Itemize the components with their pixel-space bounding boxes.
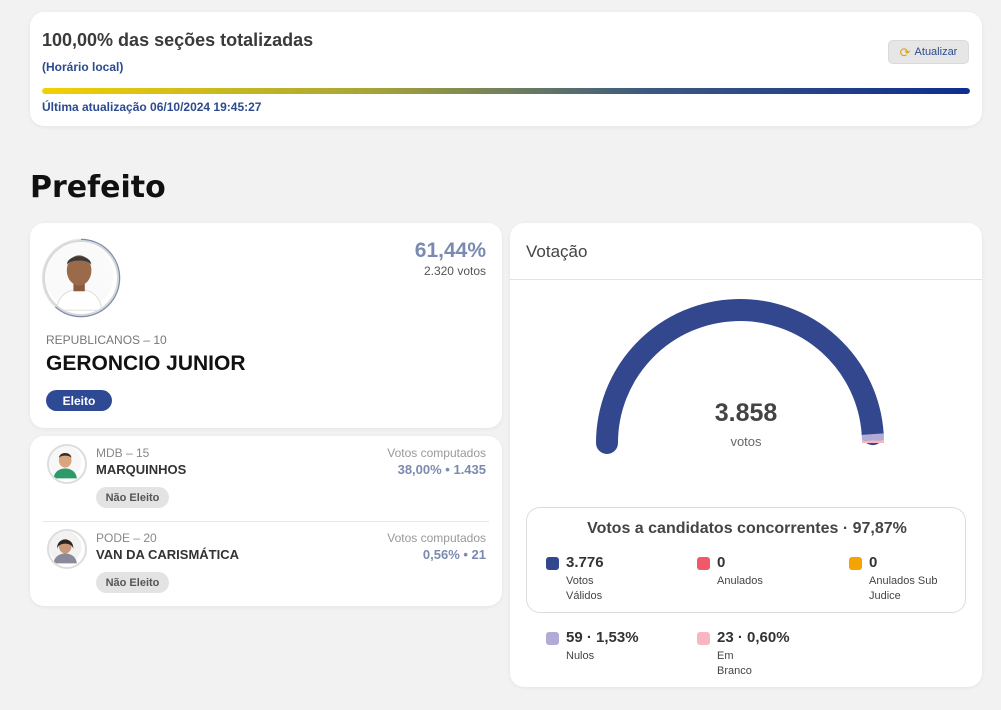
refresh-icon: ⟳ (899, 44, 911, 60)
candidate-avatar (47, 529, 87, 569)
refresh-button[interactable]: ⟳ Atualizar (888, 40, 969, 64)
last-update-text: Última atualização 06/10/2024 19:45:27 (42, 100, 262, 114)
blank-color-swatch (697, 632, 710, 645)
winner-avatar (43, 240, 119, 316)
candidate-party: PODE – 20 (96, 531, 157, 545)
concurrent-votes-box: Votos a candidatos concorrentes · 97,87%… (526, 507, 966, 613)
candidate-row-van-da-carismatica[interactable]: PODE – 20 VAN DA CARISMÁTICA Não Eleito … (30, 521, 502, 605)
page-title: Prefeito (30, 170, 166, 205)
totalization-title: 100,00% das seções totalizadas (42, 30, 314, 50)
winner-name: GERONCIO JUNIOR (46, 352, 246, 375)
candidate-name: VAN DA CARISMÁTICA (96, 547, 239, 562)
stat-label: Anulados Sub Judice (869, 575, 938, 602)
valid-color-swatch (546, 557, 559, 570)
voting-card: Votação 3.858 votos Votos a candidatos c… (510, 223, 982, 687)
totalization-card: 100,00% das seções totalizadas (Horário … (30, 12, 982, 126)
local-time-note: (Horário local) (42, 60, 124, 74)
winner-votes: 2.320 votos (423, 264, 486, 278)
candidate-row-marquinhos[interactable]: MDB – 15 MARQUINHOS Não Eleito Votos com… (30, 436, 502, 522)
stat-value: 59 · 1,53% (566, 629, 639, 646)
stat-value: 0 (717, 554, 726, 571)
null-color-swatch (546, 632, 559, 645)
stat-label: Votos Válidos (566, 575, 603, 602)
stat-label: Anulados (717, 575, 763, 587)
candidate-avatar (47, 444, 87, 484)
refresh-button-label: Atualizar (914, 46, 958, 58)
candidate-votes: 38,00% • 1.435 (397, 462, 486, 477)
candidate-name: MARQUINHOS (96, 462, 187, 477)
not-elected-badge: Não Eleito (96, 487, 169, 508)
not-elected-badge: Não Eleito (96, 572, 169, 593)
candidate-party: MDB – 15 (96, 446, 150, 460)
voting-divider (510, 279, 982, 280)
winner-card[interactable]: 61,44% 2.320 votos REPUBLICANOS – 10 GER… (30, 223, 502, 428)
totalization-progress-bar (42, 88, 970, 94)
totalization-progress-fill (42, 88, 970, 94)
winner-party: REPUBLICANOS – 10 (46, 333, 167, 347)
concurrent-votes-title: Votos a candidatos concorrentes · 97,87% (587, 520, 907, 537)
votes-computed-label: Votos computados (387, 446, 486, 460)
stat-value: 0 (869, 554, 878, 571)
stat-label: Nulos (566, 650, 595, 662)
annulled-color-swatch (697, 557, 710, 570)
winner-percentage: 61,44% (414, 239, 486, 262)
stat-label: Em Branco (717, 650, 752, 677)
stat-value: 3.776 (566, 554, 604, 571)
elected-badge: Eleito (46, 390, 112, 411)
votes-computed-label: Votos computados (387, 531, 486, 545)
candidate-votes: 0,56% • 21 (422, 547, 486, 562)
total-votes: 3.858 (714, 399, 778, 427)
sub-judice-color-swatch (849, 557, 862, 570)
total-votes-label: votos (730, 434, 762, 449)
voting-title: Votação (526, 242, 588, 261)
other-candidates-card: MDB – 15 MARQUINHOS Não Eleito Votos com… (30, 436, 502, 606)
stat-value: 23 · 0,60% (717, 629, 790, 646)
